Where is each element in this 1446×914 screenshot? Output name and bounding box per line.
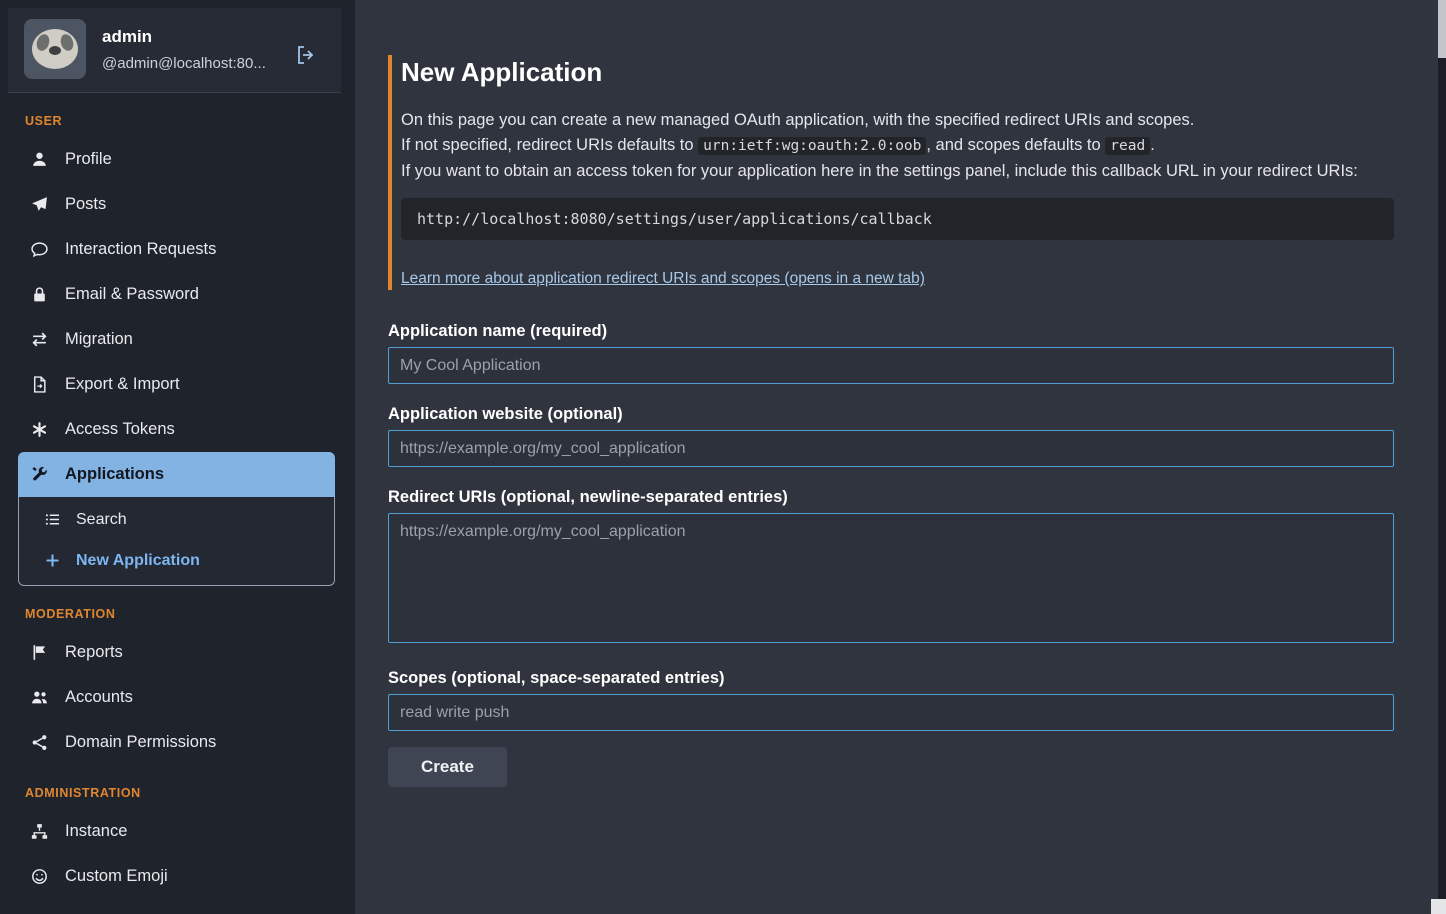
inline-code-oob: urn:ietf:wg:oauth:2.0:oob xyxy=(698,137,926,155)
sidebar-item-label: Custom Emoji xyxy=(65,865,168,888)
sidebar-item-label: Posts xyxy=(65,193,106,216)
inline-code-read: read xyxy=(1105,137,1150,155)
sidebar-item-domain-permissions[interactable]: Domain Permissions xyxy=(0,720,355,765)
user-card[interactable]: admin @admin@localhost:80... xyxy=(8,8,341,93)
application-website-label: Application website (optional) xyxy=(388,405,1394,424)
list-icon xyxy=(43,512,61,527)
intro-line-2-mid: , and scopes defaults to xyxy=(926,136,1105,154)
scopes-input[interactable] xyxy=(388,694,1394,731)
comment-icon xyxy=(30,241,48,258)
new-application-form: Application name (required) Application … xyxy=(388,322,1394,787)
application-name-label: Application name (required) xyxy=(388,322,1394,341)
file-export-icon xyxy=(30,376,48,393)
sidebar-item-custom-emoji[interactable]: Custom Emoji xyxy=(0,854,355,899)
user-icon xyxy=(30,151,48,168)
sidebar-item-label: Applications xyxy=(65,463,164,486)
intro-line-2-post: . xyxy=(1150,136,1155,154)
vertical-scrollbar[interactable] xyxy=(1438,0,1446,914)
transfer-arrows-icon xyxy=(30,331,48,348)
sidebar-item-label: Search xyxy=(76,508,127,531)
paper-plane-icon xyxy=(30,196,48,213)
sidebar-item-label: Access Tokens xyxy=(65,418,175,441)
sidebar-item-label: Instance xyxy=(65,820,127,843)
sidebar-nav-administration: Instance Custom Emoji Actions xyxy=(0,809,355,914)
sign-out-icon[interactable] xyxy=(295,44,317,71)
avatar-face xyxy=(32,29,78,69)
avatar xyxy=(24,19,86,79)
sidebar-item-label: Interaction Requests xyxy=(65,238,216,261)
learn-more-link[interactable]: Learn more about application redirect UR… xyxy=(401,270,925,288)
intro-line-1: On this page you can create a new manage… xyxy=(401,108,1394,133)
sidebar-group-applications: Applications Search New Application xyxy=(18,452,335,586)
sidebar-item-label: Accounts xyxy=(65,686,133,709)
sidebar-nav-moderation: Reports Accounts Domain Permissions xyxy=(0,630,355,765)
user-meta: admin @admin@localhost:80... xyxy=(102,27,266,72)
users-icon xyxy=(30,689,48,706)
main-content: New Application On this page you can cre… xyxy=(355,0,1446,914)
user-handle: @admin@localhost:80... xyxy=(102,55,266,72)
sidebar-item-label: Email & Password xyxy=(65,283,199,306)
sidebar-item-applications[interactable]: Applications xyxy=(18,452,335,497)
sidebar-item-applications-search[interactable]: Search xyxy=(19,499,334,540)
sidebar-item-migration[interactable]: Migration xyxy=(0,317,355,362)
tools-icon xyxy=(30,466,48,483)
share-nodes-icon xyxy=(30,734,48,751)
sidebar: admin @admin@localhost:80... USER Profil… xyxy=(0,0,355,914)
applications-submenu: Search New Application xyxy=(18,497,335,586)
application-website-field: Application website (optional) xyxy=(388,405,1394,467)
section-label-administration: ADMINISTRATION xyxy=(25,786,355,800)
sitemap-icon xyxy=(30,823,48,840)
section-label-moderation: MODERATION xyxy=(25,607,355,621)
scrollbar-corner xyxy=(1431,899,1446,914)
lock-icon xyxy=(30,286,48,303)
sidebar-item-instance[interactable]: Instance xyxy=(0,809,355,854)
section-label-user: USER xyxy=(25,114,355,128)
scrollbar-thumb[interactable] xyxy=(1438,0,1446,58)
sidebar-item-actions[interactable]: Actions xyxy=(0,899,355,914)
user-name: admin xyxy=(102,27,266,47)
sidebar-item-accounts[interactable]: Accounts xyxy=(0,675,355,720)
application-name-field: Application name (required) xyxy=(388,322,1394,384)
application-name-input[interactable] xyxy=(388,347,1394,384)
redirect-uris-field: Redirect URIs (optional, newline-separat… xyxy=(388,488,1394,648)
sidebar-item-interaction-requests[interactable]: Interaction Requests xyxy=(0,227,355,272)
smiley-icon xyxy=(30,868,48,885)
redirect-uris-textarea[interactable] xyxy=(388,513,1394,643)
callback-url-code-block: http://localhost:8080/settings/user/appl… xyxy=(401,198,1394,240)
application-website-input[interactable] xyxy=(388,430,1394,467)
sidebar-item-export-import[interactable]: Export & Import xyxy=(0,362,355,407)
asterisk-icon xyxy=(30,421,48,438)
intro-line-3: If you want to obtain an access token fo… xyxy=(401,159,1394,184)
intro-line-2-pre: If not specified, redirect URIs defaults… xyxy=(401,136,698,154)
scopes-label: Scopes (optional, space-separated entrie… xyxy=(388,669,1394,688)
plus-icon xyxy=(43,553,61,568)
redirect-uris-label: Redirect URIs (optional, newline-separat… xyxy=(388,488,1394,507)
intro-line-2: If not specified, redirect URIs defaults… xyxy=(401,133,1394,159)
sidebar-item-label: Domain Permissions xyxy=(65,731,216,754)
sidebar-item-profile[interactable]: Profile xyxy=(0,137,355,182)
page-intro-block: New Application On this page you can cre… xyxy=(388,55,1394,290)
sidebar-item-access-tokens[interactable]: Access Tokens xyxy=(0,407,355,452)
sidebar-nav-user: Profile Posts Interaction Requests Email… xyxy=(0,137,355,586)
scopes-field: Scopes (optional, space-separated entrie… xyxy=(388,669,1394,731)
sidebar-item-label: Reports xyxy=(65,641,123,664)
sidebar-item-label: Profile xyxy=(65,148,112,171)
sidebar-item-label: Migration xyxy=(65,328,133,351)
sidebar-item-new-application[interactable]: New Application xyxy=(19,540,334,581)
page-title: New Application xyxy=(401,57,1394,88)
sidebar-item-label: Export & Import xyxy=(65,373,180,396)
create-button[interactable]: Create xyxy=(388,747,507,787)
flag-icon xyxy=(30,644,48,661)
sidebar-item-email-password[interactable]: Email & Password xyxy=(0,272,355,317)
sidebar-item-label: Actions xyxy=(65,910,119,914)
sidebar-item-label: New Application xyxy=(76,549,200,572)
sidebar-item-posts[interactable]: Posts xyxy=(0,182,355,227)
sidebar-item-reports[interactable]: Reports xyxy=(0,630,355,675)
